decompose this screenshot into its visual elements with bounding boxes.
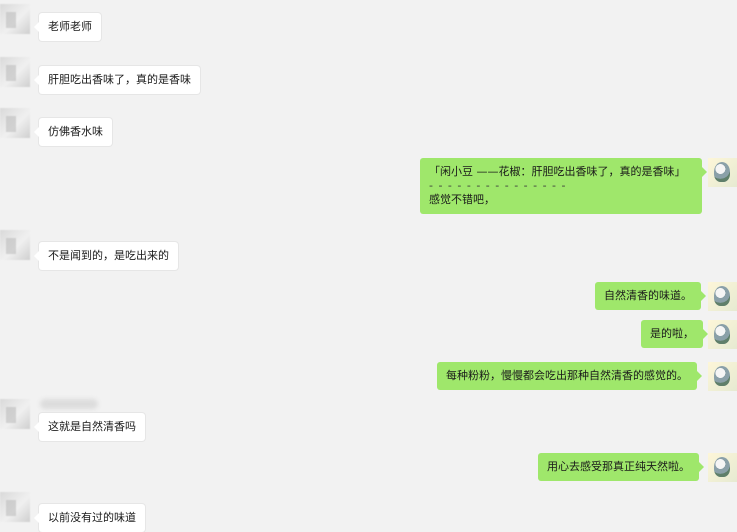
message-text: 老师老师: [48, 20, 92, 33]
my-avatar[interactable]: [708, 282, 737, 311]
quote-divider: - - - - - - - - - - - - - - -: [429, 179, 567, 192]
message-text: 每种粉粉，慢慢都会吃出那种自然清香的感觉的。: [446, 369, 688, 382]
message-text: 这就是自然清香吗: [48, 420, 136, 433]
message-bubble-incoming[interactable]: 肝胆吃出香味了，真的是香味: [34, 66, 200, 94]
message-text: 以前没有过的味道: [48, 511, 136, 524]
message-bubble-incoming[interactable]: 仿佛香水味: [34, 118, 112, 146]
message-text: 用心去感受那真正纯天然啦。: [547, 460, 690, 473]
message-bubble-incoming[interactable]: 老师老师: [34, 13, 101, 41]
user-avatar-icon: [714, 457, 730, 477]
contact-avatar[interactable]: [0, 399, 30, 429]
user-avatar-icon: [714, 286, 730, 306]
contact-nickname-blurred: [40, 399, 98, 409]
contact-avatar[interactable]: [0, 57, 30, 87]
message-text: 仿佛香水味: [48, 125, 103, 138]
my-avatar[interactable]: [708, 362, 737, 391]
quoted-message: 「闲小豆 ——花椒：肝胆吃出香味了，真的是香味」: [429, 165, 686, 178]
contact-avatar[interactable]: [0, 492, 30, 522]
message-bubble-outgoing[interactable]: 用心去感受那真正纯天然啦。: [538, 453, 704, 481]
user-avatar-icon: [714, 162, 730, 182]
message-text: 不是闻到的，是吃出来的: [48, 249, 169, 262]
message-bubble-outgoing[interactable]: 「闲小豆 ——花椒：肝胆吃出香味了，真的是香味」 - - - - - - - -…: [420, 158, 707, 214]
message-bubble-incoming[interactable]: 这就是自然清香吗: [34, 413, 145, 441]
message-bubble-outgoing[interactable]: 是的啦，: [641, 320, 708, 348]
message-bubble-incoming[interactable]: 以前没有过的味道: [34, 504, 145, 532]
message-bubble-outgoing[interactable]: 自然清香的味道。: [595, 282, 706, 310]
contact-avatar[interactable]: [0, 4, 30, 34]
message-text: 自然清香的味道。: [604, 289, 692, 302]
my-avatar[interactable]: [708, 320, 737, 349]
contact-avatar[interactable]: [0, 230, 30, 260]
message-bubble-incoming[interactable]: 不是闻到的，是吃出来的: [34, 242, 178, 270]
message-bubble-outgoing[interactable]: 每种粉粉，慢慢都会吃出那种自然清香的感觉的。: [437, 362, 702, 390]
my-avatar[interactable]: [708, 158, 737, 187]
contact-avatar[interactable]: [0, 108, 30, 138]
my-avatar[interactable]: [708, 453, 737, 482]
user-avatar-icon: [714, 366, 730, 386]
message-text: 是的啦，: [650, 327, 694, 340]
message-text: 感觉不错吧，: [429, 193, 495, 206]
message-text: 肝胆吃出香味了，真的是香味: [48, 73, 191, 86]
user-avatar-icon: [714, 324, 730, 344]
